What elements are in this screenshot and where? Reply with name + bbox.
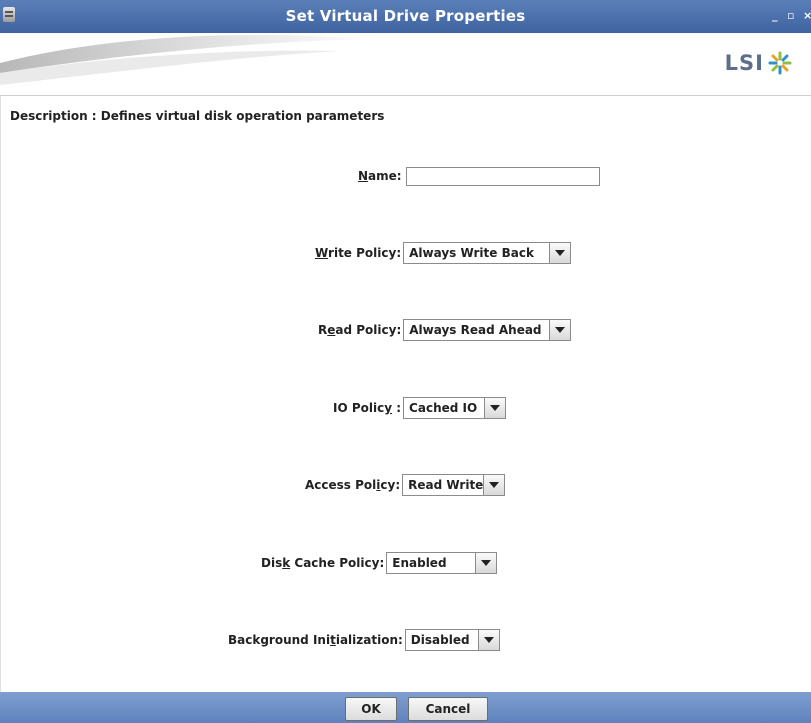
chevron-down-icon: [555, 327, 566, 333]
write-policy-dropdown-button[interactable]: [549, 243, 571, 263]
background-init-label: Background Initialization:: [228, 633, 403, 647]
access-policy-label: Access Policy:: [305, 478, 401, 492]
access-policy-row: Access Policy: Read Write: [305, 474, 506, 496]
chevron-down-icon: [489, 482, 500, 488]
cancel-button[interactable]: Cancel: [408, 697, 488, 721]
io-policy-label: IO Policy :: [333, 401, 402, 415]
close-button[interactable]: ×: [803, 9, 811, 22]
access-policy-value: Read Write: [408, 478, 484, 492]
lsi-logo: LSI: [725, 51, 793, 75]
access-policy-dropdown-button[interactable]: [483, 475, 505, 495]
read-policy-label: Read Policy:: [318, 323, 402, 337]
banner-swoosh: [0, 34, 380, 85]
maximize-button[interactable]: ▫: [787, 9, 794, 22]
disk-cache-policy-row: Disk Cache Policy: Enabled: [261, 552, 498, 574]
read-policy-value: Always Read Ahead: [409, 323, 542, 337]
io-policy-value: Cached IO: [409, 401, 478, 415]
disk-cache-policy-label: Disk Cache Policy:: [261, 556, 385, 570]
lsi-star-icon: [768, 51, 792, 75]
chevron-down-icon: [481, 560, 492, 566]
name-row: Name:: [358, 165, 600, 187]
title-bar: Set Virtual Drive Properties _ ▫ ×: [0, 0, 811, 33]
write-policy-row: Write Policy: Always Write Back: [315, 242, 572, 264]
disk-cache-policy-value: Enabled: [392, 556, 447, 570]
access-policy-select[interactable]: Read Write: [402, 474, 506, 496]
write-policy-label: Write Policy:: [315, 246, 402, 260]
name-label: Name:: [358, 169, 402, 183]
minimize-button[interactable]: _: [772, 9, 778, 22]
read-policy-row: Read Policy: Always Read Ahead: [318, 319, 572, 341]
background-init-select[interactable]: Disabled: [404, 629, 500, 651]
dialog-content: Description : Defines virtual disk opera…: [0, 96, 811, 692]
description-text: Description : Defines virtual disk opera…: [10, 109, 385, 123]
ok-button[interactable]: OK: [345, 697, 397, 721]
chevron-down-icon: [490, 405, 501, 411]
write-policy-select[interactable]: Always Write Back: [403, 242, 572, 264]
disk-cache-policy-dropdown-button[interactable]: [475, 553, 497, 573]
button-bar: OK Cancel: [0, 692, 811, 723]
background-init-value: Disabled: [410, 633, 470, 647]
name-input[interactable]: [405, 166, 600, 186]
header-banner: LSI: [0, 33, 811, 96]
write-policy-value: Always Write Back: [409, 246, 534, 260]
window-title: Set Virtual Drive Properties: [285, 7, 526, 25]
background-init-row: Background Initialization: Disabled: [228, 629, 500, 651]
io-policy-dropdown-button[interactable]: [484, 398, 506, 418]
io-policy-select[interactable]: Cached IO: [403, 397, 507, 419]
read-policy-dropdown-button[interactable]: [549, 320, 571, 340]
io-policy-row: IO Policy : Cached IO: [333, 397, 507, 419]
background-init-dropdown-button[interactable]: [477, 630, 499, 650]
disk-cache-policy-select[interactable]: Enabled: [386, 552, 498, 574]
chevron-down-icon: [483, 637, 494, 643]
chevron-down-icon: [555, 250, 566, 256]
read-policy-select[interactable]: Always Read Ahead: [403, 319, 572, 341]
